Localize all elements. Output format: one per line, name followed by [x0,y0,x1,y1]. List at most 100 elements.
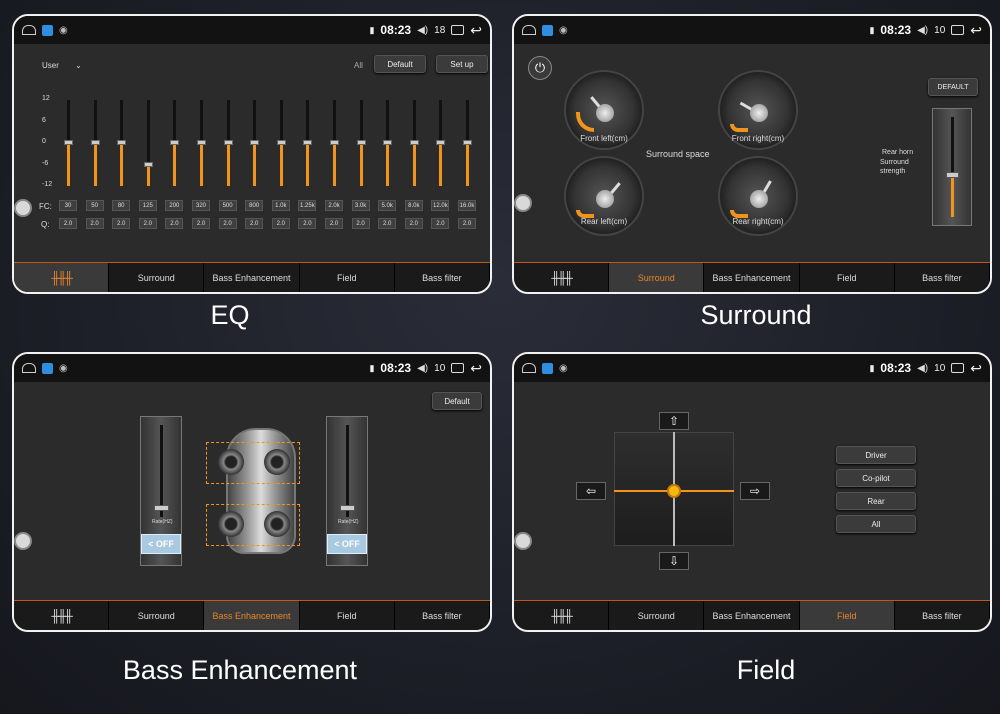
eq-slider-knob[interactable] [436,140,446,145]
tab-surround[interactable]: Surround [109,601,205,630]
volume-icon[interactable]: ◀) [417,25,428,36]
rear-button[interactable]: Rear [836,492,916,510]
q-value[interactable]: 2.0 [298,218,317,229]
home-icon[interactable] [522,25,536,35]
eq-slider-track[interactable] [250,100,260,186]
tab-eq[interactable]: ╫╫╫ [14,601,110,630]
eq-slider-track[interactable] [276,100,286,186]
volume-icon[interactable]: ◀) [917,363,928,374]
home-icon[interactable] [522,363,536,373]
copilot-button[interactable]: Co-pilot [836,469,916,487]
fc-value[interactable]: 500 [218,200,237,211]
window-icon[interactable] [451,363,465,373]
tab-field[interactable]: Field [300,601,395,630]
side-button[interactable] [14,199,32,217]
tab-eq[interactable]: ╫╫╫ [514,601,610,630]
home-icon[interactable] [22,363,36,373]
eq-slider-knob[interactable] [117,140,127,145]
eq-slider-track[interactable] [356,100,366,186]
fc-value[interactable]: 80 [112,200,131,211]
eq-slider-knob[interactable] [223,140,233,145]
default-button[interactable]: DEFAULT [928,78,978,96]
eq-slider-track[interactable] [436,100,446,186]
back-icon[interactable]: ↩ [970,360,982,377]
q-value[interactable]: 2.0 [138,218,157,229]
tab-bass-enhancement[interactable]: Bass Enhancement [204,601,300,630]
volume-icon[interactable]: ◀) [417,363,428,374]
fc-value[interactable]: 2.0k [325,200,343,211]
q-value[interactable]: 2.0 [378,218,397,229]
eq-slider-knob[interactable] [197,140,206,145]
q-value[interactable]: 2.0 [351,218,370,229]
left-arrow-button[interactable]: ⇦ [576,482,606,500]
eq-slider-knob[interactable] [276,140,286,145]
side-button[interactable] [514,532,532,550]
eq-slider-knob[interactable] [303,140,313,145]
tab-bass-filter[interactable]: Bass filter [895,601,990,630]
eq-slider-track[interactable] [463,100,472,186]
tab-surround[interactable]: Surround [609,601,705,630]
fc-value[interactable]: 1.25k [298,200,317,211]
eq-slider-track[interactable] [409,100,419,186]
window-icon[interactable] [951,25,965,35]
tab-bass-enhancement[interactable]: Bass Enhancement [704,263,800,292]
bass-left-off-button[interactable]: < OFF [141,534,181,554]
back-icon[interactable]: ↩ [970,22,982,39]
q-value[interactable]: 2.0 [165,218,184,229]
up-arrow-button[interactable]: ⇧ [659,412,689,430]
all-button[interactable]: All [836,515,916,533]
eq-slider-knob[interactable] [250,140,260,145]
tab-surround[interactable]: Surround [609,263,705,292]
field-focus-point[interactable] [667,484,681,498]
power-icon[interactable]: ⏻ [528,56,552,80]
home-icon[interactable] [22,25,36,35]
eq-slider-knob[interactable] [64,140,73,145]
fc-value[interactable]: 50 [85,200,104,211]
fc-value[interactable]: 320 [192,200,210,211]
eq-slider-track[interactable] [143,100,153,186]
eq-slider-knob[interactable] [170,140,180,145]
fc-value[interactable]: 125 [138,200,157,211]
preset-select[interactable]: User ⌄ [42,61,82,70]
right-arrow-button[interactable]: ⇨ [740,482,770,500]
q-value[interactable]: 2.0 [431,218,450,229]
back-icon[interactable]: ↩ [470,22,482,39]
bass-right-off-button[interactable]: < OFF [327,534,367,554]
tab-field[interactable]: Field [300,263,395,292]
eq-slider-knob[interactable] [383,140,393,145]
volume-icon[interactable]: ◀) [917,25,928,36]
fc-value[interactable]: 1.0k [271,200,290,211]
tab-field[interactable]: Field [799,601,895,630]
strength-slider[interactable] [932,108,972,226]
fc-value[interactable]: 12.0k [431,200,450,211]
eq-slider-track[interactable] [90,100,100,186]
q-value[interactable]: 2.0 [192,218,210,229]
eq-slider-track[interactable] [170,100,180,186]
eq-slider-knob[interactable] [143,161,153,167]
q-value[interactable]: 2.0 [85,218,104,229]
eq-slider-knob[interactable] [463,140,472,145]
eq-slider-knob[interactable] [356,140,366,145]
q-value[interactable]: 2.0 [59,218,77,229]
eq-slider-track[interactable] [303,100,313,186]
tab-eq[interactable]: ╫╫╫ [514,263,610,292]
q-value[interactable]: 2.0 [325,218,343,229]
down-arrow-button[interactable]: ⇩ [659,552,689,570]
setup-button[interactable]: Set up [436,55,488,73]
driver-button[interactable]: Driver [836,446,916,464]
fc-value[interactable]: 3.0k [351,200,370,211]
eq-slider-track[interactable] [197,100,206,186]
eq-slider-track[interactable] [383,100,393,186]
eq-slider-track[interactable] [117,100,127,186]
eq-slider-track[interactable] [223,100,233,186]
q-value[interactable]: 2.0 [112,218,131,229]
tab-bass-enhancement[interactable]: Bass Enhancement [204,263,300,292]
q-value[interactable]: 2.0 [404,218,423,229]
side-button[interactable] [14,532,32,550]
eq-slider-knob[interactable] [330,140,339,145]
fc-value[interactable]: 200 [165,200,184,211]
tab-eq[interactable]: ╫╫╫ [14,263,110,292]
tab-bass-enhancement[interactable]: Bass Enhancement [704,601,800,630]
window-icon[interactable] [451,25,465,35]
fc-value[interactable]: 5.0k [378,200,397,211]
